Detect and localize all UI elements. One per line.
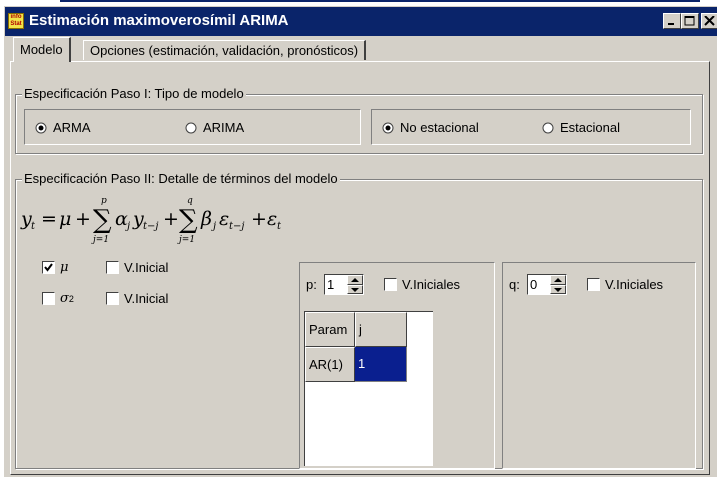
arrow-up-icon [351,278,359,282]
tab-opciones[interactable]: Opciones (estimación, validación, pronós… [83,40,367,60]
svg-text:∑: ∑ [93,205,112,235]
q-initial-checkbox[interactable]: V.Iniciales [587,277,663,292]
radio-arma[interactable]: ARMA [35,120,91,135]
svg-text:j=1: j=1 [177,235,195,245]
radio-arima[interactable]: ARIMA [185,120,244,135]
grid-header-j: j [355,312,407,347]
maximize-button[interactable] [681,13,699,29]
svg-text:ε: ε [267,208,277,230]
arrow-down-icon [351,287,359,292]
sigma-checkbox[interactable]: σ2 [42,291,74,306]
p-section: p: 1 V.Iniciales Param j AR(1) 1 [299,262,495,469]
svg-text:t: t [277,221,282,232]
q-spinner[interactable]: 0 [527,274,567,295]
app-icon[interactable]: info Stat [8,13,24,29]
minimize-button[interactable] [663,13,681,29]
maximize-icon [684,16,695,26]
checkbox-unchecked-icon [587,278,600,291]
svg-text:β: β [200,208,212,230]
spin-up-button[interactable] [347,275,363,285]
grid-cell-value[interactable]: 1 [355,347,407,382]
radio-selected-icon [35,122,47,134]
svg-text:t−j: t−j [229,221,245,232]
step1-groupbox: Especificación Paso I: Tipo de modelo AR… [15,86,703,154]
q-label: q: [509,277,520,292]
svg-text:t−j: t−j [143,221,159,232]
svg-text:q: q [187,196,193,206]
tab-modelo[interactable]: Modelo [13,37,71,62]
model-type-box: ARMA ARIMA [24,109,361,145]
svg-text:p: p [101,196,107,206]
sigma-initial-checkbox[interactable]: V.Inicial [106,291,168,306]
title-bar[interactable]: info Stat Estimación maximoverosímil ARIM… [5,7,717,36]
mu-checkbox[interactable]: μ [42,260,68,275]
spin-down-button[interactable] [550,284,566,294]
spin-down-button[interactable] [347,284,363,294]
p-label: p: [306,277,317,292]
svg-text:=: = [41,208,57,230]
mu-initial-checkbox[interactable]: V.Inicial [106,260,168,275]
p-value[interactable]: 1 [325,275,347,294]
radio-unselected-icon [542,122,554,134]
checkbox-unchecked-icon [106,261,119,274]
svg-text:t: t [31,221,36,232]
radio-estacional[interactable]: Estacional [542,120,620,135]
svg-text:+: + [75,208,91,230]
svg-text:+: + [251,208,267,230]
close-button[interactable] [701,13,717,29]
modelo-panel: Especificación Paso I: Tipo de modelo AR… [10,61,710,475]
window-title: Estimación maximoverosímil ARIMA [29,12,289,29]
step2-title: Especificación Paso II: Detalle de térmi… [22,171,340,186]
p-spinner[interactable]: 1 [324,274,364,295]
model-formula: y t = μ + ∑ p j=1 α j y t−j + ∑ q j=1 β … [19,193,339,247]
checkbox-checked-icon [42,261,55,274]
svg-text:j=1: j=1 [91,235,109,245]
checkbox-unchecked-icon [106,292,119,305]
spin-up-button[interactable] [550,275,566,285]
grid-row-label: AR(1) [305,347,355,382]
arrow-down-icon [554,287,562,292]
checkbox-unchecked-icon [384,278,397,291]
ar-params-grid: Param j AR(1) 1 [304,311,433,466]
svg-text:ε: ε [219,208,229,230]
p-initial-checkbox[interactable]: V.Iniciales [384,277,460,292]
grid-header-param: Param [305,312,355,347]
arrow-up-icon [554,278,562,282]
tab-strip: Modelo Opciones (estimación, validación,… [5,36,717,62]
radio-no-estacional[interactable]: No estacional [382,120,479,135]
radio-selected-icon [382,122,394,134]
radio-unselected-icon [185,122,197,134]
q-section: q: 0 V.Iniciales [502,262,696,469]
svg-text:μ: μ [59,208,71,230]
minimize-icon [668,23,674,25]
arima-window: info Stat Estimación maximoverosímil ARIM… [4,6,717,477]
q-value[interactable]: 0 [528,275,550,294]
svg-text:+: + [163,208,179,230]
close-icon [704,16,715,26]
seasonality-box: No estacional Estacional [371,109,691,145]
svg-text:∑: ∑ [179,205,198,235]
checkbox-unchecked-icon [42,292,55,305]
step1-title: Especificación Paso I: Tipo de modelo [22,86,246,101]
